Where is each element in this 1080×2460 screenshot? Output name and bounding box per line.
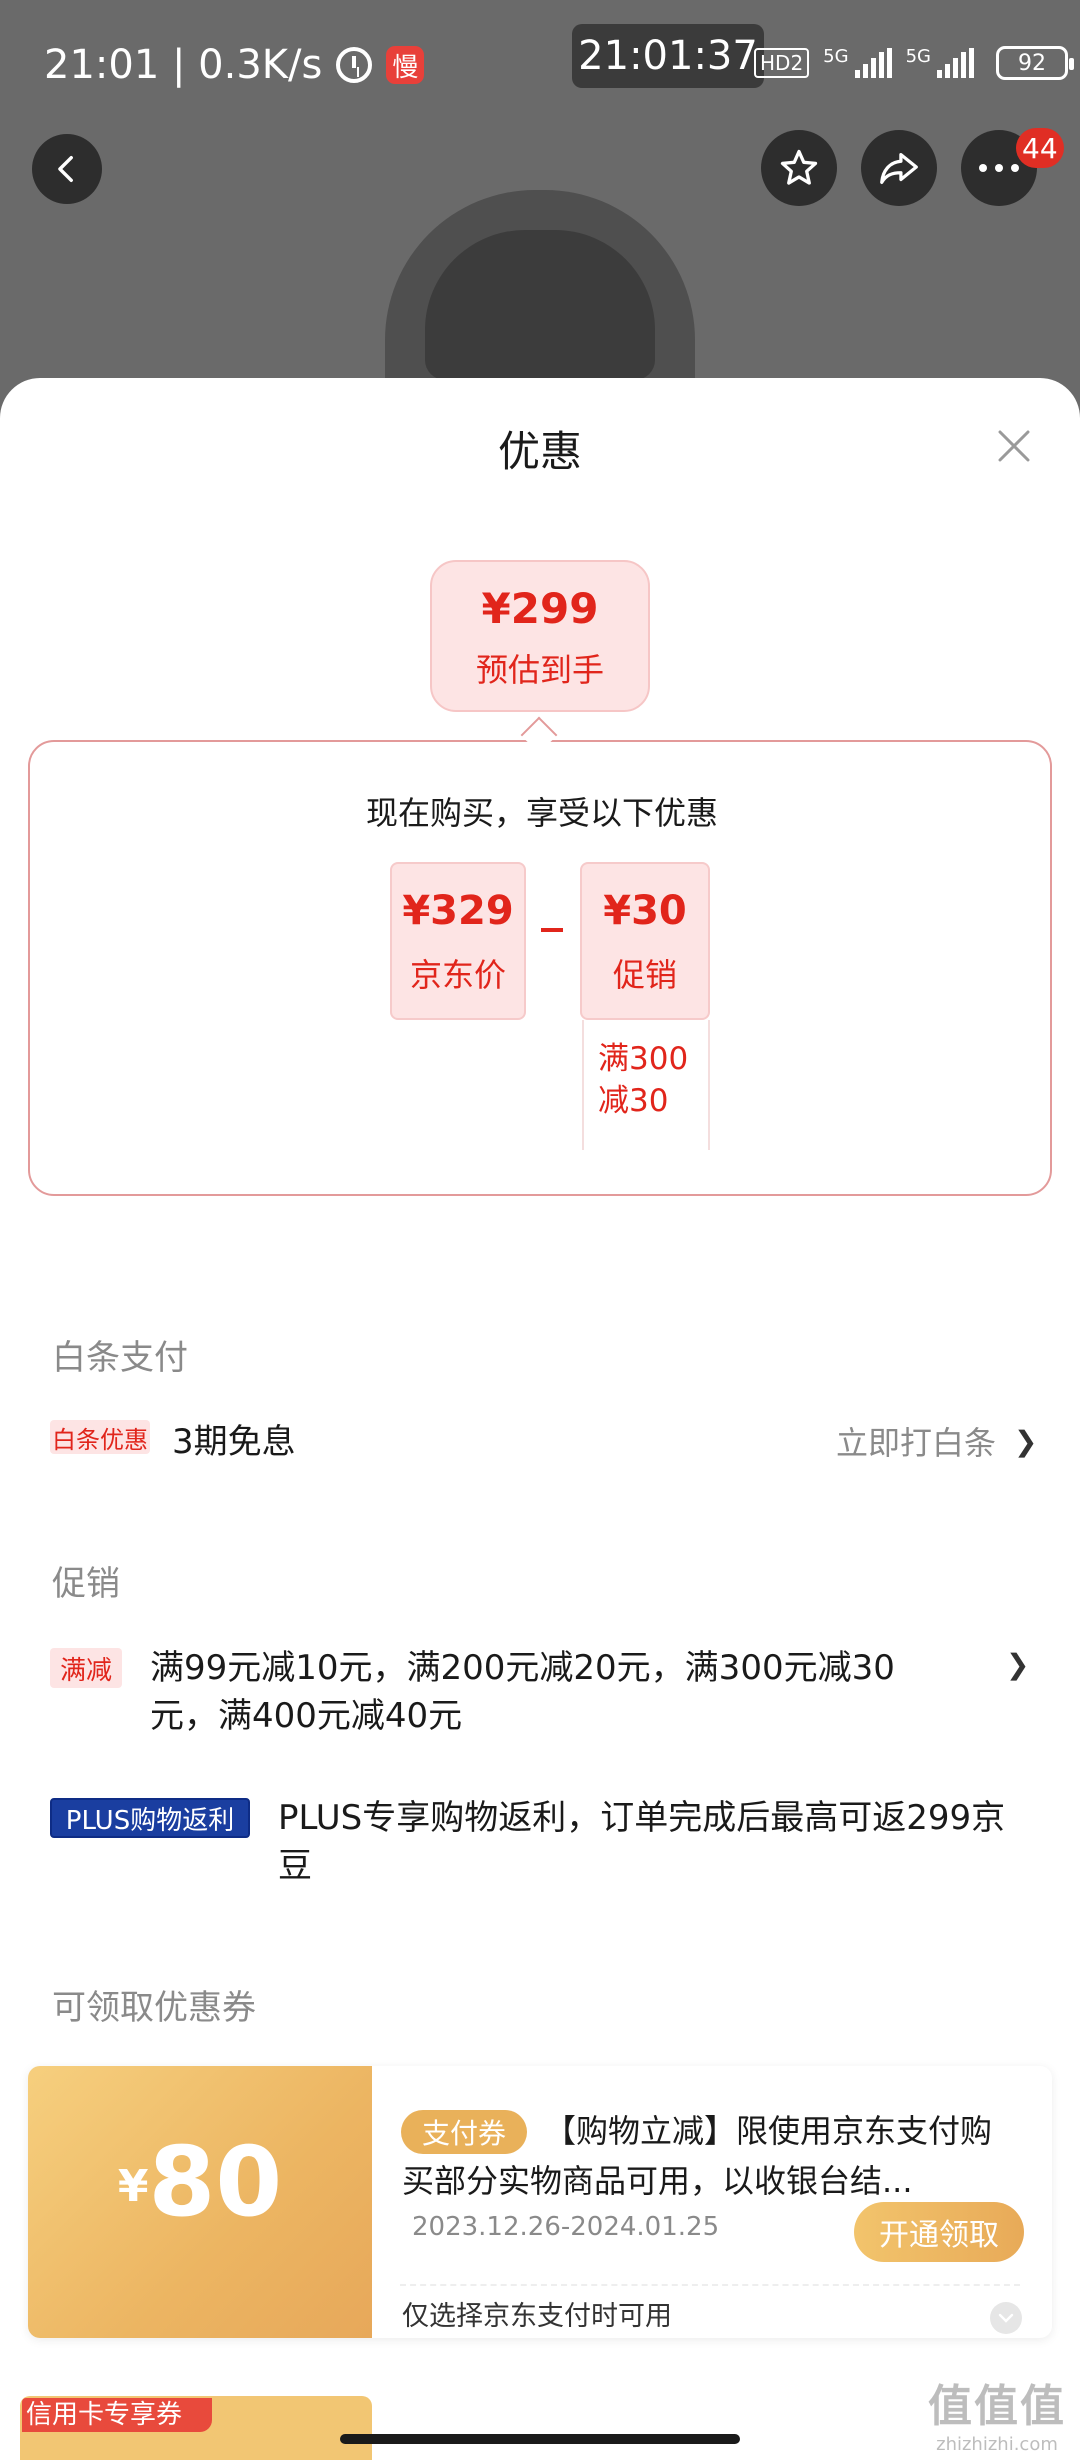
price-breakdown: 现在购买，享受以下优惠 ¥329 京东价 ¥30 促销 满300减30 — [28, 740, 1052, 1196]
baitiao-section-title: 白条支付 — [52, 1338, 188, 1378]
plus-rebate-tag: PLUS购物返利 — [50, 1798, 250, 1838]
coupon-amount: ¥80 — [28, 2126, 372, 2238]
jd-price-label: 京东价 — [409, 956, 506, 994]
favorite-button[interactable] — [761, 130, 837, 206]
baitiao-tag: 白条优惠 — [50, 1420, 150, 1454]
estimated-price-box: ¥299 预估到手 — [430, 560, 650, 712]
promo-value: ¥30 — [603, 888, 687, 934]
baitiao-action-label: 立即打白条 — [836, 1424, 997, 1462]
jd-price-box: ¥329 京东价 — [390, 862, 526, 1020]
chevron-right-icon: ❯ — [1006, 1648, 1030, 1681]
more-dots-icon — [979, 164, 1019, 172]
product-image — [385, 190, 695, 410]
coupon-value: 80 — [148, 2126, 283, 2238]
jd-price-value: ¥329 — [402, 888, 514, 934]
hd-icon: HD2 — [754, 48, 810, 78]
status-left: 21:01 | 0.3K/s 慢 — [44, 42, 425, 88]
watermark-logo: 值值值 — [928, 2381, 1066, 2432]
promotion-section-title: 促销 — [52, 1564, 120, 1604]
chevron-left-icon — [58, 155, 73, 183]
breakdown-title: 现在购买，享受以下优惠 — [365, 794, 718, 832]
claim-coupon-button[interactable]: 开通领取 — [854, 2202, 1024, 2262]
baitiao-text: 3期免息 — [172, 1422, 296, 1462]
star-icon — [780, 149, 818, 185]
full-reduction-text: 满99元减10元，满200元减20元，满300元减30元，满400元减40元 — [150, 1648, 895, 1736]
credit-card-coupon-tag: 信用卡专享券 — [22, 2398, 212, 2432]
minus-sign — [541, 928, 563, 932]
home-indicator[interactable] — [340, 2434, 740, 2444]
promo-label: 促销 — [612, 956, 677, 994]
back-button[interactable] — [32, 134, 102, 204]
notification-badge: 44 — [1016, 128, 1064, 168]
status-time-speed: 21:01 | 0.3K/s — [44, 42, 323, 88]
watermark-site: zhizhizhi.com — [936, 2434, 1058, 2455]
coupon-currency: ¥ — [117, 2161, 149, 2212]
signal-icon — [854, 48, 892, 78]
coupon-note: 仅选择京东支付时可用 — [402, 2301, 672, 2332]
network-5g-label: 5G — [823, 46, 849, 67]
estimated-price-label: 预估到手 — [475, 651, 604, 689]
alarm-icon — [336, 47, 373, 83]
close-icon[interactable] — [994, 426, 1034, 466]
estimated-price: ¥299 — [481, 584, 599, 633]
coupon-card-next: 信用卡专享券 — [20, 2396, 372, 2460]
sheet-title: 优惠 — [497, 427, 582, 476]
promo-box: ¥30 促销 — [580, 862, 710, 1020]
coupon-section-title: 可领取优惠券 — [52, 1988, 256, 2028]
status-right: HD2 5G 5G 92 — [754, 46, 1074, 80]
share-button[interactable] — [861, 130, 937, 206]
network-5g-label-2: 5G — [905, 46, 931, 67]
coupon-divider — [400, 2284, 1020, 2286]
slow-mode-icon: 慢 — [386, 46, 425, 84]
signal-icon-2 — [936, 48, 974, 78]
chevron-down-icon[interactable] — [990, 2302, 1022, 2334]
chevron-right-icon: ❯ — [1014, 1424, 1038, 1458]
clock-overlay: 21:01:37 — [572, 24, 764, 88]
share-icon — [880, 152, 918, 185]
battery-icon: 92 — [995, 46, 1074, 80]
baitiao-action[interactable]: 立即打白条 ❯ — [836, 1418, 1037, 1464]
coupon-amount-panel: ¥80 — [28, 2066, 372, 2338]
coupon-type-tag: 支付券 — [401, 2110, 527, 2154]
coupon-card: ¥80 【购物立减】限使用京东支付购买部分实物商品可用，以收银台结... 支付券… — [28, 2066, 1052, 2338]
promo-detail: 满300减30 — [582, 1020, 710, 1150]
watermark: 值值值 zhizhizhi.com — [928, 2370, 1066, 2455]
full-reduction-tag: 满减 — [50, 1648, 122, 1688]
status-bar: 21:01 | 0.3K/s 慢 21:01:37 HD2 5G 5G 92 — [0, 0, 1080, 120]
plus-rebate-text: PLUS专享购物返利，订单完成后最高可返299京豆 — [278, 1798, 1006, 1886]
coupon-date-range: 2023.12.26-2024.01.25 — [412, 2212, 720, 2242]
